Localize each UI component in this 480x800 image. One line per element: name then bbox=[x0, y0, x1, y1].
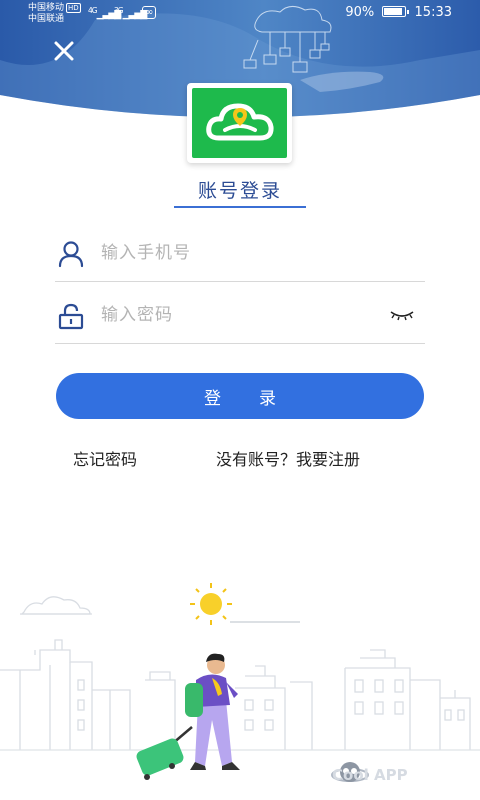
close-button[interactable] bbox=[51, 38, 77, 64]
signal-4g-label: 4G bbox=[88, 6, 98, 15]
city-traveler-illustration bbox=[0, 583, 480, 782]
close-icon bbox=[54, 41, 74, 61]
hd-badge: HD bbox=[66, 3, 81, 13]
page-title: 账号登录 bbox=[197, 180, 282, 202]
cloud-location-icon bbox=[205, 103, 274, 141]
logo-badge bbox=[192, 88, 287, 158]
battery-percent: 90% bbox=[345, 5, 375, 20]
register-link[interactable]: 没有账号？我要注册 bbox=[216, 446, 360, 470]
title-underline bbox=[174, 206, 306, 208]
status-bar: 中国移动 HD 中国联通 4G▁▃▅▇ 3G▁▃▅▇ ∞ 90% 15:33 bbox=[0, 0, 480, 28]
watermark-text: Cool APP bbox=[332, 766, 408, 784]
forgot-password-link[interactable]: 忘记密码 bbox=[73, 446, 137, 470]
status-right: 90% 15:33 bbox=[345, 5, 452, 20]
sun-icon bbox=[190, 583, 232, 625]
login-button[interactable]: 登录 bbox=[56, 373, 424, 419]
battery-fill bbox=[384, 8, 403, 15]
phone-input[interactable] bbox=[101, 236, 381, 270]
lock-icon bbox=[58, 303, 84, 330]
suitcase-icon bbox=[136, 726, 193, 780]
carrier-2-label: 中国联通 bbox=[28, 14, 65, 24]
user-icon bbox=[58, 241, 84, 268]
carrier-info: 中国移动 HD 中国联通 bbox=[28, 3, 81, 25]
clock: 15:33 bbox=[414, 5, 452, 20]
app-logo bbox=[187, 83, 292, 163]
password-field-row bbox=[55, 284, 425, 344]
battery-icon bbox=[382, 6, 410, 17]
phone-field-row bbox=[55, 222, 425, 282]
password-input[interactable] bbox=[101, 298, 381, 332]
signal-3g-label: 3G bbox=[114, 6, 124, 15]
eye-closed-icon[interactable] bbox=[389, 308, 415, 324]
app-notification-icon: ∞ bbox=[142, 6, 157, 19]
traveler-figure bbox=[185, 653, 240, 770]
carrier-1-label: 中国移动 bbox=[28, 3, 65, 13]
